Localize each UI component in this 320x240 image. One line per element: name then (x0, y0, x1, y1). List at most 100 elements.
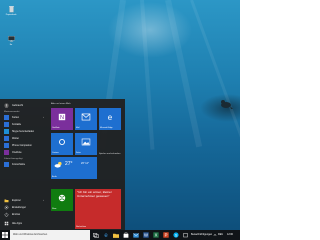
tile-edge[interactable]: e Microsoft Edge (99, 108, 121, 130)
app-item-recent-photos[interactable]: Fotoschätze (1, 161, 46, 167)
taskbar-excel-button[interactable]: X (151, 230, 160, 240)
desktop-icon-recycle-bin[interactable]: Papierkorb (5, 5, 17, 17)
desktop-icon-computer[interactable]: Ihr (5, 35, 17, 47)
desktop-icon-label: Ihr (9, 44, 13, 46)
start-menu: Gebraucht Meistverwendet Karten › Kontak… (0, 99, 125, 230)
tile-label: OneNote (52, 127, 60, 129)
explorer-button[interactable]: Explorer › (1, 197, 46, 203)
taskbar: Web und Windows durchsuchen e W X P S Be… (0, 230, 240, 240)
recycle-bin-icon (8, 6, 14, 13)
start-menu-left-column: Gebraucht Meistverwendet Karten › Kontak… (0, 99, 47, 230)
taskbar-edge-button[interactable]: e (101, 230, 110, 240)
xbox-icon (58, 195, 66, 202)
app-item-label: Wetter (12, 136, 19, 140)
skype-icon (4, 128, 9, 134)
svg-text:W: W (144, 233, 148, 238)
tile-label: Mail (76, 127, 80, 129)
tile-label: Fotos (76, 152, 81, 154)
tile-label: Xbox (52, 208, 57, 210)
light-ray (165, 0, 203, 148)
tile-label: Nachrichten (76, 226, 87, 228)
tile-news[interactable]: "Ich bin ein armer, kleiner Unternehmer … (75, 189, 121, 229)
tile-mail[interactable]: Mail (75, 108, 97, 130)
all-apps-icon (4, 221, 9, 225)
taskbar-word-button[interactable]: W (141, 230, 150, 240)
clock[interactable]: 12:00 (227, 233, 233, 236)
app-item-label: Karten (12, 115, 20, 119)
tile-label: Microsoft Edge (100, 127, 113, 129)
maps-icon (4, 114, 9, 120)
explorer-label: Explorer (12, 198, 21, 202)
app-item-label: OneNote (12, 150, 22, 154)
svg-text:P: P (164, 233, 167, 238)
power-label: Ein/Aus (12, 212, 21, 216)
diver-figure (221, 100, 233, 109)
powerpoint-icon: P (162, 232, 169, 238)
power-icon (4, 212, 9, 217)
app-item-weather[interactable]: Wetter (1, 135, 46, 141)
svg-text:e: e (108, 113, 113, 121)
weather-icon (4, 135, 9, 141)
tile-weather[interactable]: 27° 29° 12° Berlin (51, 157, 97, 179)
edge-icon: e (104, 233, 108, 238)
task-view-icon (92, 232, 99, 238)
word-icon: W (142, 232, 149, 238)
onenote-icon: N (58, 114, 66, 121)
app-item-phone-companion[interactable]: Phone Companion (1, 142, 46, 148)
notification-bell-button[interactable] (181, 230, 190, 240)
app-item-onenote[interactable]: OneNote (1, 149, 46, 155)
all-apps-label: Alle Apps (12, 221, 22, 225)
excel-icon: X (152, 232, 159, 238)
settings-label: Einstellungen (12, 205, 27, 209)
store-bag-icon (123, 232, 128, 238)
app-item-skype[interactable]: Skype herunterladen (1, 128, 46, 134)
taskbar-skype-button[interactable]: S (171, 230, 180, 240)
taskbar-powerpoint-button[interactable]: P (161, 230, 170, 240)
tile-label: Cortana (52, 152, 59, 154)
svg-text:X: X (154, 233, 157, 238)
desktop-icon-label: Papierkorb (5, 14, 17, 16)
search-input[interactable]: Web und Windows durchsuchen (10, 230, 90, 240)
notification-icon (183, 232, 188, 237)
user-avatar-icon (4, 102, 9, 108)
taskbar-explorer-button[interactable] (111, 230, 120, 240)
start-button[interactable] (0, 230, 10, 240)
chevron-right-icon[interactable]: › (43, 199, 44, 202)
onenote-icon (4, 149, 9, 155)
tile-cortana[interactable]: Cortana (51, 133, 73, 155)
all-apps-button[interactable]: Alle Apps (1, 220, 46, 226)
tile-photos[interactable]: Fotos (75, 133, 97, 155)
user-account[interactable]: Gebraucht (1, 102, 46, 108)
user-name: Gebraucht (12, 103, 24, 107)
folder-icon (112, 233, 119, 238)
photos-icon (4, 161, 9, 167)
windows-logo-icon (2, 232, 8, 238)
app-item-contacts[interactable]: Kontakte (1, 121, 46, 127)
tile-onenote[interactable]: N OneNote (51, 108, 73, 130)
tile-xbox[interactable]: Xbox (51, 189, 73, 211)
app-item-maps[interactable]: Karten › (1, 114, 46, 120)
chevron-up-icon[interactable] (213, 233, 217, 237)
taskbar-mail-button[interactable] (131, 230, 140, 240)
taskbar-store-button[interactable] (121, 230, 130, 240)
input-language[interactable]: DEU (218, 233, 223, 236)
mail-icon (81, 113, 91, 121)
task-view-button[interactable] (91, 230, 100, 240)
weather-temperature: 27° (65, 161, 73, 167)
skype-icon: S (172, 232, 179, 238)
power-button[interactable]: Ein/Aus (1, 211, 46, 217)
mail-icon (132, 232, 139, 238)
notifications-label[interactable]: Benachrichtigungen (191, 233, 212, 236)
search-placeholder: Web und Windows durchsuchen (13, 233, 48, 237)
start-tiles: Alles auf einen Blick N OneNote Mail e M… (50, 99, 125, 230)
edge-icon: e (108, 113, 113, 121)
app-item-label: Skype herunterladen (12, 129, 35, 133)
explorer-icon (4, 199, 9, 202)
computer-icon (7, 36, 15, 42)
news-headline: "Ich bin ein armer, kleiner Unternehmer … (77, 190, 112, 198)
phone-icon (4, 142, 9, 148)
chevron-right-icon[interactable]: › (43, 116, 44, 119)
svg-text:S: S (174, 233, 177, 238)
recent-header: Zuletzt hinzugefügt (4, 158, 23, 160)
settings-button[interactable]: Einstellungen (1, 204, 46, 210)
